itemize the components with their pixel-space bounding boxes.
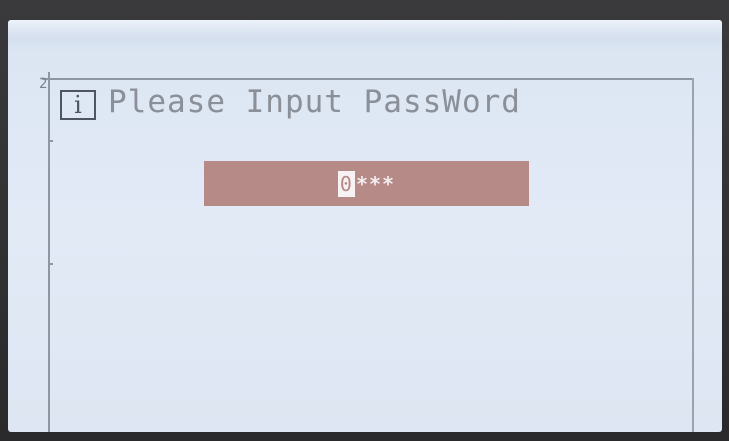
password-field[interactable]: 0 *** — [204, 161, 529, 206]
corner-digit: 2 — [39, 76, 48, 92]
info-icon: i — [60, 90, 96, 120]
frame-line-left — [48, 72, 50, 432]
password-prompt: Please Input PassWord — [108, 84, 521, 120]
frame-line-top — [42, 78, 694, 80]
lcd-screen: 2 i Please Input PassWord 0 *** — [8, 20, 722, 432]
frame-tick — [48, 140, 53, 142]
frame-tick — [48, 263, 53, 265]
frame-line-right — [692, 78, 694, 432]
password-value: 0 *** — [337, 170, 396, 197]
password-cursor-digit[interactable]: 0 — [337, 170, 355, 197]
screen-glare — [8, 20, 722, 38]
password-masked-digits: *** — [355, 171, 396, 196]
